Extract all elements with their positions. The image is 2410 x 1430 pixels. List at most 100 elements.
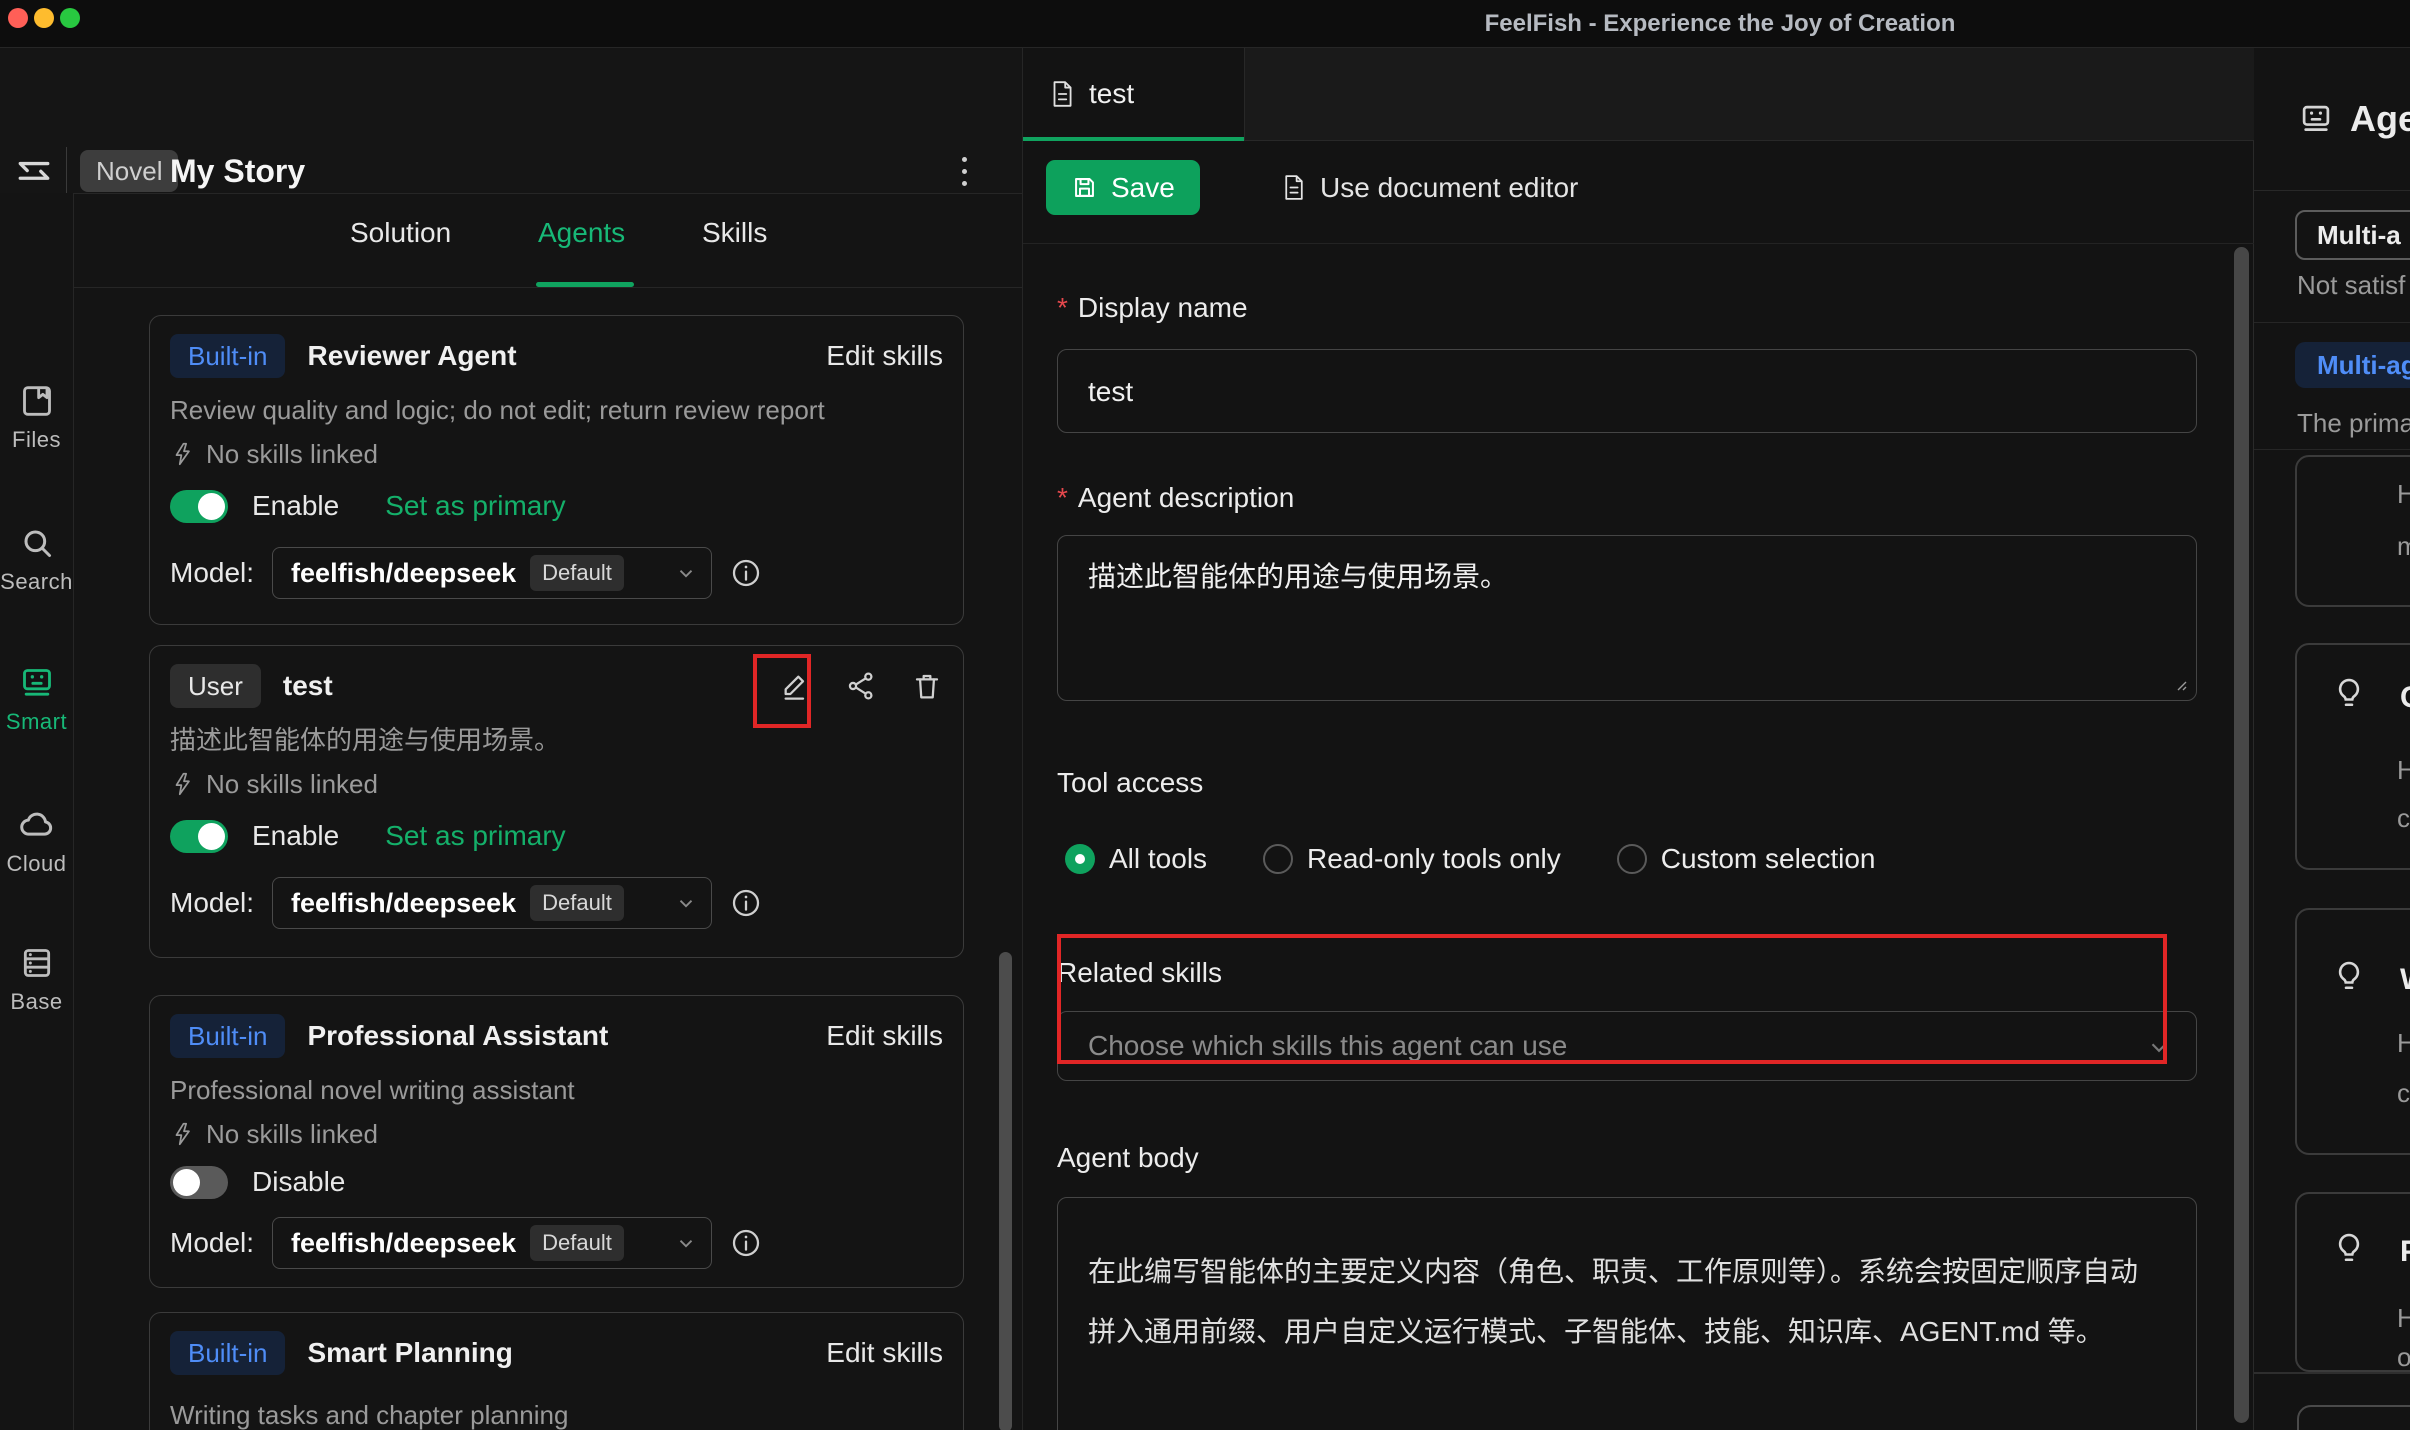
trash-icon[interactable] [911, 670, 943, 702]
sidebar-item-smart[interactable]: Smart [0, 663, 73, 735]
annotation-box-edit-icon [753, 654, 811, 728]
hint-card[interactable]: H m [2295, 455, 2410, 607]
annotation-box-related-skills [1057, 934, 2167, 1064]
builtin-badge: Built-in [170, 334, 285, 378]
zoom-window-button[interactable] [60, 8, 80, 28]
agent-title: test [283, 670, 333, 702]
radio-label[interactable]: Custom selection [1661, 843, 1876, 875]
tab-agents[interactable]: Agents [538, 217, 625, 249]
agent-description: Writing tasks and chapter planning [170, 1399, 943, 1430]
multi-agent-pill[interactable]: Multi-a [2295, 210, 2410, 260]
hint-title: P [2400, 1235, 2410, 1269]
sidebar-item-cloud[interactable]: Cloud [0, 805, 73, 877]
info-icon[interactable] [730, 557, 762, 589]
tab-test-document[interactable]: test [1023, 48, 1245, 140]
skills-note: No skills linked [206, 1119, 378, 1150]
hint-title: W [2400, 963, 2410, 997]
info-icon[interactable] [730, 1227, 762, 1259]
sidebar-item-files[interactable]: Files [0, 381, 73, 453]
hint-line: H [2397, 755, 2410, 786]
model-label: Model: [170, 887, 254, 919]
agent-description-textarea[interactable]: 描述此智能体的用途与使用场景。 [1057, 535, 2197, 701]
edit-skills-button[interactable]: Edit skills [826, 340, 943, 372]
divider [2254, 449, 2410, 450]
left-tabs: Solution Agents Skills [74, 193, 1022, 288]
resize-handle-icon[interactable] [2172, 676, 2188, 692]
radio-all-tools[interactable] [1065, 844, 1095, 874]
edit-skills-button[interactable]: Edit skills [826, 1020, 943, 1052]
radio-label[interactable]: All tools [1109, 843, 1207, 875]
model-label: Model: [170, 1227, 254, 1259]
status-text: The prima [2297, 408, 2410, 439]
set-as-primary-link[interactable]: Set as primary [385, 820, 566, 852]
toggle-label: Enable [252, 490, 339, 522]
model-select[interactable]: feelfish/deepseek Default [272, 547, 712, 599]
model-default-tag: Default [530, 885, 624, 921]
nav-rail: Files Search [0, 193, 74, 1430]
enable-toggle[interactable] [170, 1166, 228, 1199]
hint-line: c [2397, 1078, 2410, 1109]
hint-line: o [2397, 1342, 2410, 1373]
divider [2254, 1372, 2410, 1374]
hint-line: H [2397, 1028, 2410, 1059]
status-text: Not satisf [2297, 270, 2405, 301]
left-scrollbar-thumb[interactable] [999, 952, 1012, 1430]
toggle-label: Enable [252, 820, 339, 852]
bolt-icon [170, 771, 196, 797]
window-title: FeelFish - Experience the Joy of Creatio… [1350, 0, 2090, 47]
sidebar-label: Files [0, 427, 73, 453]
more-options-icon[interactable] [946, 150, 982, 192]
agent-description-label: *Agent description [1057, 481, 1294, 515]
model-value: feelfish/deepseek [291, 888, 516, 919]
enable-toggle[interactable] [170, 490, 228, 523]
save-button[interactable]: Save [1046, 160, 1200, 215]
hint-card[interactable]: P H o [2295, 1192, 2410, 1372]
smart-agent-icon [17, 663, 57, 703]
editor-scrollbar-thumb[interactable] [2234, 247, 2249, 1423]
radio-label[interactable]: Read-only tools only [1307, 843, 1561, 875]
swap-icon[interactable] [12, 148, 56, 192]
right-panel-bottom-box[interactable] [2297, 1405, 2410, 1430]
skills-note: No skills linked [206, 769, 378, 800]
agent-robot-icon [2297, 100, 2335, 138]
multi-agent-badge[interactable]: Multi-ag [2295, 342, 2410, 388]
header-divider [66, 147, 67, 193]
use-document-editor-button[interactable]: Use document editor [1281, 160, 1578, 215]
sidebar-item-base[interactable]: Base [0, 943, 73, 1015]
sidebar-item-search[interactable]: Search [0, 523, 73, 595]
hint-card[interactable]: C H c [2295, 643, 2410, 870]
hint-line: H [2397, 1303, 2410, 1334]
agent-description: Professional novel writing assistant [170, 1074, 943, 1106]
sidebar-label: Cloud [0, 851, 73, 877]
chevron-down-icon [675, 562, 697, 584]
edit-skills-button[interactable]: Edit skills [826, 1337, 943, 1369]
close-window-button[interactable] [8, 8, 28, 28]
display-name-input[interactable]: test [1057, 349, 2197, 433]
info-icon[interactable] [730, 887, 762, 919]
radio-read-only-tools[interactable] [1263, 844, 1293, 874]
titlebar: FeelFish - Experience the Joy of Creatio… [0, 0, 2410, 48]
project-title: My Story [170, 150, 305, 192]
agent-body-textarea[interactable]: 在此编写智能体的主要定义内容（角色、职责、工作原则等）。系统会按固定顺序自动拼入… [1057, 1197, 2197, 1430]
sidebar-label: Base [0, 989, 73, 1015]
share-icon[interactable] [845, 670, 877, 702]
hint-line: m [2397, 531, 2410, 562]
tab-solution[interactable]: Solution [350, 217, 451, 249]
left-region: Novel My Story Files Search [0, 48, 1023, 1430]
model-select[interactable]: feelfish/deepseek Default [272, 1217, 712, 1269]
set-as-primary-link[interactable]: Set as primary [385, 490, 566, 522]
radio-custom-selection[interactable] [1617, 844, 1647, 874]
hint-line: c [2397, 803, 2410, 834]
hint-card[interactable]: W H c [2295, 908, 2410, 1155]
model-label: Model: [170, 557, 254, 589]
required-asterisk: * [1057, 292, 1068, 323]
right-panel: Agents Multi-a Not satisf Multi-ag The p… [2254, 48, 2410, 1430]
tab-skills[interactable]: Skills [702, 217, 767, 249]
save-floppy-icon [1071, 174, 1098, 201]
minimize-window-button[interactable] [34, 8, 54, 28]
document-icon [1281, 173, 1306, 202]
files-icon [17, 381, 57, 421]
enable-toggle[interactable] [170, 820, 228, 853]
model-select[interactable]: feelfish/deepseek Default [272, 877, 712, 929]
agent-card-smart-planning: Built-in Smart Planning Edit skills Writ… [149, 1312, 964, 1430]
